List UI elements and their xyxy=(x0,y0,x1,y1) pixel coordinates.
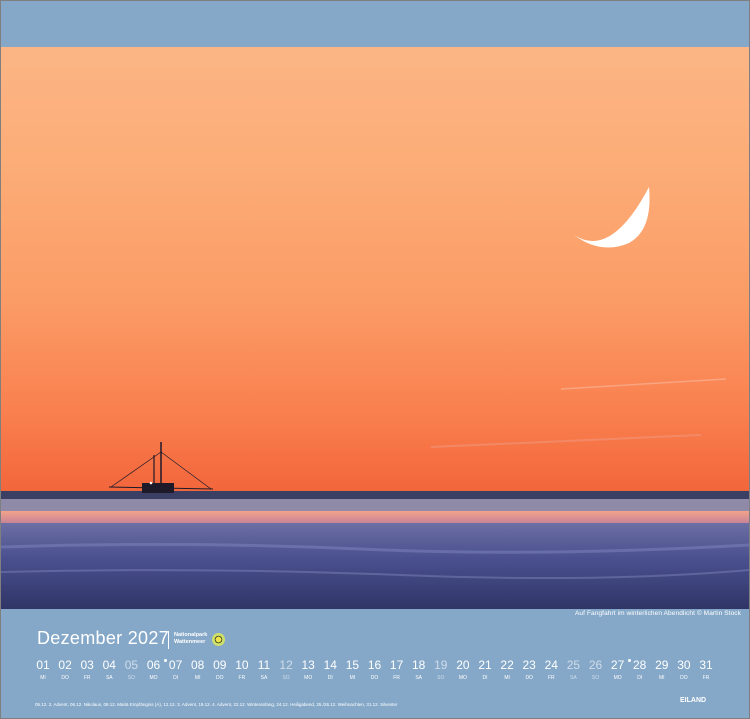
calendar-page: Auf Fangfahrt im winterlichen Abendlicht… xyxy=(0,0,750,719)
day-number: 31 xyxy=(699,658,713,672)
month-title: Dezember 2027 xyxy=(37,628,169,648)
fishing-boat xyxy=(108,442,214,493)
title-divider xyxy=(168,631,169,649)
logo-line-2: Wattenmeer xyxy=(174,639,206,645)
holiday-notes: 05.12. 2. Advent, 06.12. Nikolaus, 08.12… xyxy=(35,702,398,707)
national-park-logo: Nationalpark Wattenmeer xyxy=(174,632,207,646)
photo-caption: Auf Fangfahrt im winterlichen Abendlicht… xyxy=(575,610,741,617)
sunset-photo xyxy=(1,47,749,609)
day-grid: 01 MI 02 DO 03 FR 04 SA 05 SO 06 MO 07 DI 08 MI 09 DO 10 FR… xyxy=(30,658,730,688)
day-cell: 31 FR xyxy=(693,658,719,682)
publisher-logo: EILAND xyxy=(680,697,707,704)
top-band xyxy=(1,1,749,47)
weekday-label: FR xyxy=(702,675,710,681)
moon-icon xyxy=(574,187,650,248)
logo-line-1: Nationalpark xyxy=(174,632,208,638)
sun-logo-icon xyxy=(212,633,225,646)
